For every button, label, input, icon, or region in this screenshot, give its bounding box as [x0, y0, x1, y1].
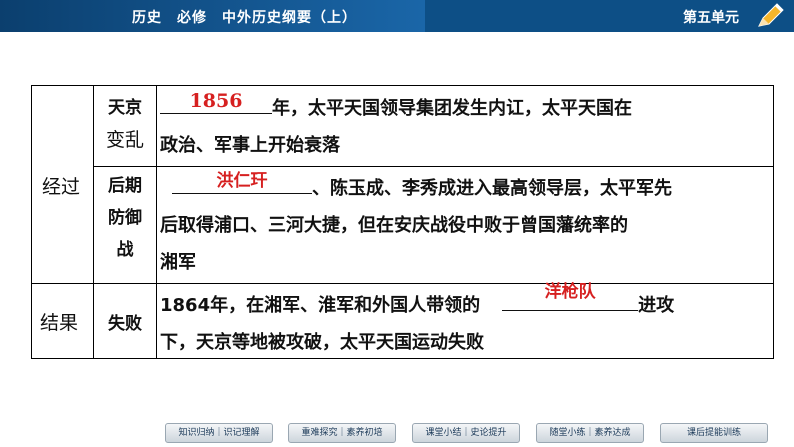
top-banner: 历史 必修 中外历史纲要（上） 第五单元 — [0, 0, 794, 32]
history-table: 经过 结果 天京 变乱 1856 年，太平天国领导集团发生内讧，太平天国在 政治… — [31, 85, 774, 359]
row-label-failure: 失败 — [108, 314, 142, 334]
nav-practice-button[interactable]: 随堂小练｜素养达成 — [536, 423, 644, 443]
result-label: 结果 — [40, 312, 79, 334]
nav-training-button[interactable]: 课后提能训练 — [660, 423, 768, 443]
row-label-tianjing: 天京 变乱 — [105, 98, 144, 151]
answer-blank: 洪仁玕 — [172, 171, 312, 194]
nav-knowledge-button[interactable]: 知识归纳｜识记理解 — [165, 423, 273, 443]
nav-summary-button[interactable]: 课堂小结｜史论提升 — [412, 423, 520, 443]
book-title: 历史 必修 中外历史纲要（上） — [132, 10, 357, 26]
row-label-defense: 后期 防御 战 — [108, 176, 142, 260]
process-label: 经过 — [42, 176, 81, 198]
row-content-tianjing: 1856 年，太平天国领导集团发生内讧，太平天国在 政治、军事上开始衰落 — [160, 90, 632, 156]
answer-blank: 1856 — [160, 90, 272, 114]
nav-explore-button[interactable]: 重难探究｜素养初培 — [288, 423, 396, 443]
pencil-icon — [758, 3, 784, 27]
row-content-defense: 洪仁玕 、陈玉成、李秀成进入最高领导层，太平军先 后取得浦口、三河大捷，但在安庆… — [160, 171, 672, 273]
unit-label: 第五单元 — [683, 10, 739, 26]
row-content-failure: 1864年，在湘军、淮军和外国人带领的 洋枪队 进攻 下，天京等地被攻破，太平天… — [160, 282, 675, 353]
answer-blank: 洋枪队 — [502, 282, 639, 311]
footer-nav: 知识归纳｜识记理解 重难探究｜素养初培 课堂小结｜史论提升 随堂小练｜素养达成 … — [0, 420, 794, 447]
